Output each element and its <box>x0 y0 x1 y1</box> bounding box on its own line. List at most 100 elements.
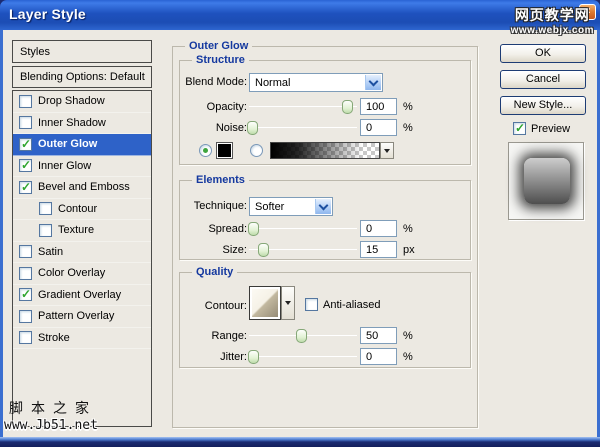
technique-select[interactable]: Softer <box>249 197 333 216</box>
layer-style-dialog: Layer Style × 网页教学网 www.webjx.com Styles… <box>0 0 600 447</box>
anti-aliased-checkbox[interactable] <box>305 298 318 311</box>
color-radio[interactable] <box>199 144 212 157</box>
slider-knob[interactable] <box>247 121 258 135</box>
close-icon[interactable]: × <box>579 4 596 20</box>
noise-label: Noise: <box>127 122 247 134</box>
preview-label: Preview <box>531 123 570 135</box>
gradient-radio[interactable] <box>250 144 263 157</box>
sidebar-item-bevel-and-emboss[interactable]: Bevel and Emboss <box>13 177 151 199</box>
style-enable-checkbox[interactable] <box>19 95 32 108</box>
noise-input[interactable]: 0 <box>360 119 397 136</box>
anti-aliased-label: Anti-aliased <box>323 299 380 311</box>
style-list: Drop Shadow Inner Shadow Outer Glow Inner G… <box>12 90 152 427</box>
gradient-preview-bar[interactable] <box>270 142 380 159</box>
opacity-slider[interactable] <box>249 100 357 114</box>
contour-dropdown-icon[interactable] <box>281 286 295 320</box>
range-unit: % <box>403 330 413 342</box>
structure-title: Structure <box>192 54 249 66</box>
style-preview-thumbnail <box>508 142 584 220</box>
slider-knob[interactable] <box>296 329 307 343</box>
quality-title: Quality <box>192 266 237 278</box>
dialog-body: Styles Blending Options: Default Drop Sh… <box>3 30 597 437</box>
jitter-label: Jitter: <box>127 351 247 363</box>
spread-input[interactable]: 0 <box>360 220 397 237</box>
style-enable-checkbox[interactable] <box>19 288 32 301</box>
spread-unit: % <box>403 223 413 235</box>
preview-glow-square <box>524 158 570 204</box>
slider-track <box>249 356 357 357</box>
noise-unit: % <box>403 122 413 134</box>
preview-checkbox[interactable] <box>513 122 526 135</box>
slider-track <box>249 228 357 229</box>
sidebar-item-label: Satin <box>38 246 63 258</box>
range-input[interactable]: 50 <box>360 327 397 344</box>
sidebar-item-label: Contour <box>58 203 97 215</box>
jitter-slider[interactable] <box>249 350 357 364</box>
style-enable-checkbox[interactable] <box>39 202 52 215</box>
sidebar-item-label: Inner Glow <box>38 160 91 172</box>
sidebar-item-label: Inner Shadow <box>38 117 106 129</box>
style-enable-checkbox[interactable] <box>19 138 32 151</box>
style-enable-checkbox[interactable] <box>19 331 32 344</box>
slider-knob[interactable] <box>342 100 353 114</box>
technique-label: Technique: <box>127 200 247 212</box>
style-enable-checkbox[interactable] <box>19 267 32 280</box>
window-bottom-border <box>0 437 600 447</box>
size-slider[interactable] <box>249 243 357 257</box>
title-bar: Layer Style × <box>0 0 600 30</box>
sidebar-item-label: Texture <box>58 224 94 236</box>
elements-title: Elements <box>192 174 249 186</box>
noise-slider[interactable] <box>249 121 357 135</box>
cancel-button[interactable]: Cancel <box>500 70 586 89</box>
ok-button[interactable]: OK <box>500 44 586 63</box>
slider-track <box>249 127 357 128</box>
sidebar-item-label: Gradient Overlay <box>38 289 121 301</box>
sidebar-item-label: Outer Glow <box>38 138 97 150</box>
blend-mode-label: Blend Mode: <box>127 76 247 88</box>
chevron-down-icon[interactable] <box>365 75 381 90</box>
chevron-down-icon[interactable] <box>315 199 331 214</box>
size-unit: px <box>403 244 415 256</box>
jitter-unit: % <box>403 351 413 363</box>
slider-track <box>249 106 357 107</box>
new-style-button[interactable]: New Style... <box>500 96 586 115</box>
blend-mode-select[interactable]: Normal <box>249 73 383 92</box>
slider-knob[interactable] <box>248 350 259 364</box>
sidebar-item-label: Bevel and Emboss <box>38 181 130 193</box>
technique-value: Softer <box>255 201 284 213</box>
glow-color-swatch[interactable] <box>216 142 233 159</box>
styles-header-label: Styles <box>20 46 50 58</box>
style-enable-checkbox[interactable] <box>19 310 32 323</box>
sidebar-item-label: Stroke <box>38 332 70 344</box>
style-enable-checkbox[interactable] <box>19 181 32 194</box>
opacity-label: Opacity: <box>127 101 247 113</box>
range-label: Range: <box>127 330 247 342</box>
range-slider[interactable] <box>249 329 357 343</box>
sidebar-item-inner-glow[interactable]: Inner Glow <box>13 156 151 178</box>
window-title: Layer Style <box>9 6 86 22</box>
style-enable-checkbox[interactable] <box>19 159 32 172</box>
opacity-input[interactable]: 100 <box>360 98 397 115</box>
slider-knob[interactable] <box>248 222 259 236</box>
slider-knob[interactable] <box>258 243 269 257</box>
blend-mode-value: Normal <box>255 77 290 89</box>
spread-slider[interactable] <box>249 222 357 236</box>
contour-thumbnail[interactable] <box>249 286 281 320</box>
contour-label: Contour: <box>127 300 247 312</box>
size-input[interactable]: 15 <box>360 241 397 258</box>
sidebar-item-label: Color Overlay <box>38 267 105 279</box>
gradient-dropdown-icon[interactable] <box>380 142 394 159</box>
style-enable-checkbox[interactable] <box>19 116 32 129</box>
sidebar-item-color-overlay[interactable]: Color Overlay <box>13 263 151 285</box>
panel-title: Outer Glow <box>185 40 252 52</box>
size-label: Size: <box>127 244 247 256</box>
style-enable-checkbox[interactable] <box>19 245 32 258</box>
style-enable-checkbox[interactable] <box>39 224 52 237</box>
sidebar-item-outer-glow[interactable]: Outer Glow <box>13 134 151 156</box>
styles-header-box[interactable]: Styles <box>12 40 152 63</box>
sidebar-item-label: Drop Shadow <box>38 95 105 107</box>
sidebar-item-label: Pattern Overlay <box>38 310 114 322</box>
opacity-unit: % <box>403 101 413 113</box>
spread-label: Spread: <box>127 223 247 235</box>
jitter-input[interactable]: 0 <box>360 348 397 365</box>
